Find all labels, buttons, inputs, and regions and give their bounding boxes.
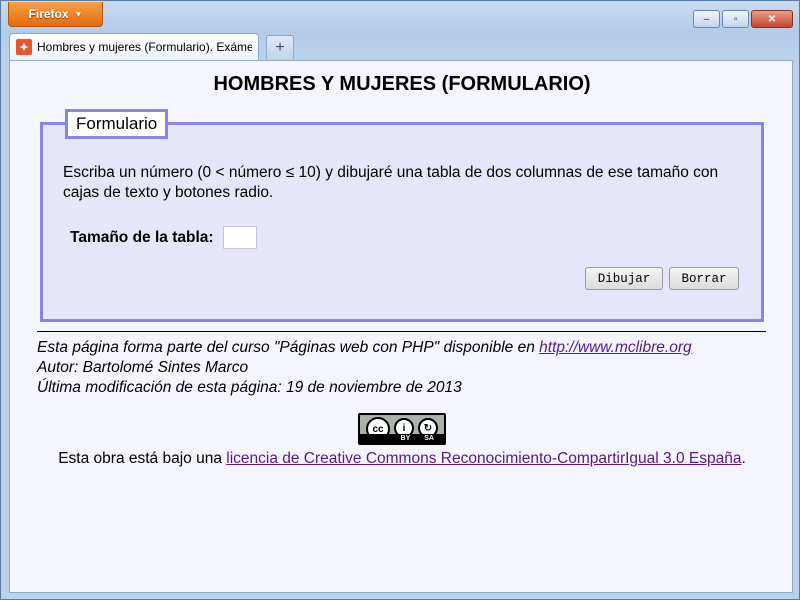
reset-button[interactable]: Borrar bbox=[669, 267, 739, 290]
maximize-icon: ▫ bbox=[733, 13, 738, 25]
minimize-icon: – bbox=[703, 13, 710, 25]
tab-bar: ✦ Hombres y mujeres (Formulario). Exáme.… bbox=[9, 33, 791, 60]
firefox-menu-button[interactable]: Firefox ▼ bbox=[8, 2, 103, 27]
cc-badge-bar: BY SA bbox=[360, 434, 444, 443]
table-size-input[interactable] bbox=[223, 226, 257, 249]
by-label: BY bbox=[400, 435, 411, 442]
sa-label: SA bbox=[424, 435, 434, 442]
course-link[interactable]: http://www.mclibre.org bbox=[539, 339, 691, 356]
modified-line: Última modificación de esta página: 19 d… bbox=[37, 379, 462, 396]
form-legend: Formulario bbox=[65, 109, 169, 139]
chevron-down-icon: ▼ bbox=[74, 9, 83, 19]
author-line: Autor: Bartolomé Sintes Marco bbox=[37, 359, 249, 376]
license-prefix: Esta obra está bajo una bbox=[58, 450, 227, 467]
close-button[interactable]: ✕ bbox=[751, 10, 793, 28]
draw-button[interactable]: Dibujar bbox=[585, 267, 663, 290]
minimize-button[interactable]: – bbox=[693, 10, 720, 28]
page-viewport: HOMBRES Y MUJERES (FORMULARIO) Formulari… bbox=[9, 60, 793, 593]
course-line: Esta página forma parte del curso "Págin… bbox=[37, 338, 692, 358]
license-link[interactable]: licencia de Creative Commons Reconocimie… bbox=[226, 450, 741, 467]
page-favicon-icon: ✦ bbox=[16, 39, 32, 55]
form-fieldset: Formulario Escriba un número (0 < número… bbox=[40, 109, 764, 322]
close-icon: ✕ bbox=[767, 13, 777, 25]
form-description: Escriba un número (0 < número ≤ 10) y di… bbox=[63, 164, 719, 201]
new-tab-button[interactable]: + bbox=[266, 35, 294, 59]
tab-title: Hombres y mujeres (Formulario). Exáme... bbox=[37, 40, 252, 54]
course-text: Esta página forma parte del curso "Págin… bbox=[37, 339, 540, 356]
firefox-menu-label: Firefox bbox=[28, 7, 69, 21]
divider bbox=[37, 331, 766, 332]
plus-icon: + bbox=[275, 38, 285, 56]
cc-license-badge[interactable]: cc i ↻ BY SA bbox=[358, 413, 446, 445]
tab-active[interactable]: ✦ Hombres y mujeres (Formulario). Exáme.… bbox=[9, 33, 259, 60]
page-title: HOMBRES Y MUJERES (FORMULARIO) bbox=[213, 73, 591, 95]
maximize-button[interactable]: ▫ bbox=[722, 10, 749, 28]
license-suffix: . bbox=[741, 450, 746, 467]
page-footer: Esta página forma parte del curso "Págin… bbox=[37, 338, 692, 398]
license-line: Esta obra está bajo una licencia de Crea… bbox=[10, 450, 792, 468]
table-size-label: Tamaño de la tabla: bbox=[70, 229, 214, 246]
window-controls: – ▫ ✕ bbox=[693, 10, 793, 28]
browser-window: Firefox ▼ – ▫ ✕ ✦ Hombres y mujeres (For… bbox=[0, 0, 800, 600]
